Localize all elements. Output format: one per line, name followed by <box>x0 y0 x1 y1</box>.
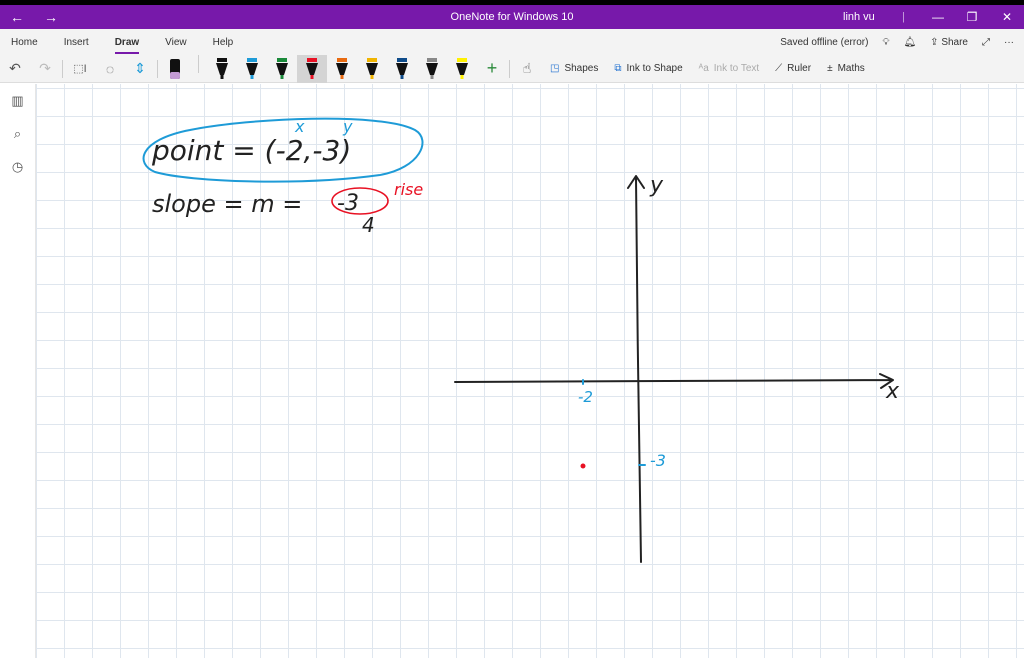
slope-equation: slope = m = <box>152 190 302 218</box>
slope-numerator: -3 <box>337 191 359 216</box>
x-axis-label: x <box>885 379 900 404</box>
y-tick-label: -3 <box>650 451 666 470</box>
ink-layer: point = (-2,-3) x y slope = m = -3 4 ris… <box>142 117 900 563</box>
y-axis-label: y <box>649 173 664 198</box>
rise-label: rise <box>394 180 423 199</box>
x-tick-label: -2 <box>578 388 593 406</box>
y-axis-line <box>627 175 645 563</box>
x-coordinate-label: x <box>294 117 305 136</box>
x-axis-line <box>454 373 894 389</box>
point-equation: point = (-2,-3) <box>151 134 351 167</box>
y-coordinate-label: y <box>342 117 353 136</box>
plotted-point <box>580 463 586 469</box>
slope-denominator: 4 <box>362 213 375 237</box>
